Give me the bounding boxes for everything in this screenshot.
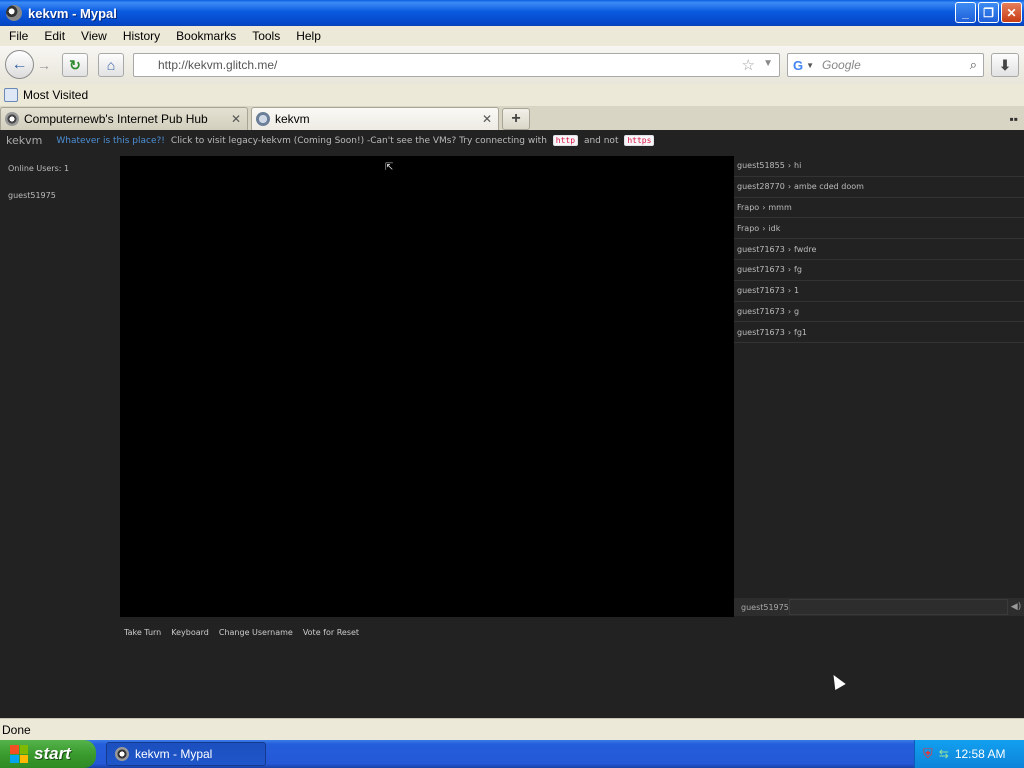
forward-button[interactable]: → [33,54,55,76]
search-bar[interactable]: G ▼ Google ⌕ [787,53,984,77]
globe-icon [256,112,270,126]
bookmark-most-visited[interactable]: Most Visited [23,88,88,102]
https-code-chip: https [624,135,655,146]
tab-strip: Computernewb's Internet Pub Hub ✕ kekvm … [0,106,1024,130]
http-code-chip: http [552,135,579,146]
status-text: Done [2,722,31,737]
maximize-button[interactable]: ❐ [978,2,999,23]
menu-bookmarks[interactable]: Bookmarks [171,29,241,43]
chat-message: guest71673 › fg1 [734,322,1024,344]
chat-message: Frapo › idk [734,218,1024,240]
menu-bar: File Edit View History Bookmarks Tools H… [0,26,1024,46]
navigation-toolbar: ← → ↻ ⌂ http://kekvm.glitch.me/ ☆ ▼ G ▼ … [0,46,1024,84]
notice-mid-text: and not [583,136,619,146]
chat-panel: guest51855 › hi guest28770 › ambe cded doom … [734,156,1024,598]
keyboard-button[interactable]: Keyboard [171,627,209,638]
tab-favicon-icon [5,112,19,126]
url-dropdown-icon[interactable]: ▼ [763,58,773,69]
mypal-app-icon [6,5,22,21]
chat-message: guest71673 › g [734,302,1024,323]
menu-help[interactable]: Help [291,29,326,43]
chat-username-label: guest51975 [741,602,789,612]
vm-actions: Take Turn Keyboard Change Username Vote … [124,627,359,638]
notice-text: Click to visit legacy-kekvm (Coming Soon… [170,136,547,146]
menu-tools[interactable]: Tools [247,29,285,43]
list-all-tabs-icon[interactable]: ▪▪ [1009,112,1018,126]
windows-logo-icon [10,745,28,763]
chat-message: guest51855 › hi [734,156,1024,177]
close-button[interactable]: ✕ [1001,2,1022,23]
back-button[interactable]: ← [5,50,34,79]
home-button[interactable]: ⌂ [98,53,124,77]
tab-close-icon[interactable]: ✕ [482,112,492,126]
tab-label: Computernewb's Internet Pub Hub [24,112,208,126]
tab-internet-pub-hub[interactable]: Computernewb's Internet Pub Hub ✕ [0,107,248,130]
bookmarks-toolbar: Most Visited [0,84,1024,106]
tab-close-icon[interactable]: ✕ [231,112,241,126]
vm-cursor-icon: ⇱ [385,162,394,173]
take-turn-button[interactable]: Take Turn [124,627,161,638]
page-content: kekvm Whatever is this place?! Click to … [0,130,1024,718]
taskbar-item-mypal[interactable]: kekvm - Mypal [106,742,266,766]
window-title-bar[interactable]: kekvm - Mypal _ ❐ ✕ [0,0,1024,26]
google-icon[interactable]: G [793,58,803,73]
security-shield-icon[interactable]: ⛨ [923,746,933,762]
chat-message: guest28770 › ambe cded doom [734,177,1024,198]
system-tray: ⛨ ⇆ 12:58 AM [914,740,1024,768]
online-users-panel: Online Users: 1 guest51975 [0,156,118,616]
online-users-count: Online Users: 1 [8,164,70,173]
legacy-notice[interactable]: Click to visit legacy-kekvm (Coming Soon… [171,135,658,146]
bookmark-star-icon[interactable]: ☆ [742,56,755,74]
tab-kekvm[interactable]: kekvm ✕ [251,107,499,130]
minimize-button[interactable]: _ [955,2,976,23]
vm-display[interactable]: ⇱ [120,156,734,617]
status-bar: Done [0,718,1024,740]
search-icon[interactable]: ⌕ [970,57,977,73]
window-controls: _ ❐ ✕ [955,2,1022,23]
search-engine-dropdown-icon[interactable]: ▼ [806,61,814,70]
tab-label: kekvm [275,112,310,126]
mouse-pointer-icon [828,671,846,691]
site-brand[interactable]: kekvm [6,134,42,147]
most-visited-icon [4,88,18,102]
downloads-button[interactable]: ⬇ [991,53,1019,77]
info-link[interactable]: Whatever is this place?! [56,136,165,146]
chat-message: Frapo › mmm [734,198,1024,219]
network-icon[interactable]: ⇆ [939,747,949,761]
url-text[interactable]: http://kekvm.glitch.me/ [158,58,277,72]
menu-history[interactable]: History [118,29,165,43]
address-bar[interactable]: http://kekvm.glitch.me/ ☆ ▼ [133,53,780,77]
vote-reset-button[interactable]: Vote for Reset [303,627,359,638]
site-topbar: kekvm Whatever is this place?! Click to … [0,130,1024,151]
clock[interactable]: 12:58 AM [955,747,1006,761]
chat-message: guest71673 › fg [734,260,1024,281]
new-tab-button[interactable]: + [502,108,530,130]
taskbar-item-label: kekvm - Mypal [135,747,213,761]
start-label: start [34,744,71,763]
speaker-icon[interactable]: ◀) [1008,602,1024,612]
chat-input-row: guest51975 ◀) [734,598,1024,616]
search-input[interactable]: Google [822,58,861,72]
window-title: kekvm - Mypal [28,5,117,21]
reload-button[interactable]: ↻ [62,53,88,77]
change-username-button[interactable]: Change Username [219,627,293,638]
online-user[interactable]: guest51975 [8,191,118,200]
menu-file[interactable]: File [4,29,33,43]
menu-edit[interactable]: Edit [39,29,70,43]
menu-view[interactable]: View [76,29,112,43]
start-button[interactable]: start [0,740,96,768]
chat-message: guest71673 › 1 [734,281,1024,302]
taskbar: start kekvm - Mypal ⛨ ⇆ 12:58 AM [0,740,1024,768]
chat-input[interactable] [789,599,1008,615]
chat-message: guest71673 › fwdre [734,239,1024,260]
mypal-taskbar-icon [115,747,129,761]
